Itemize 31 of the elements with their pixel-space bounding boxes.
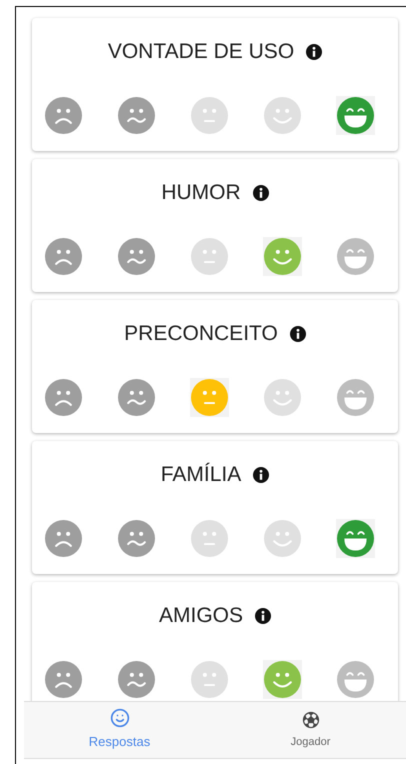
face-button[interactable] <box>336 237 375 276</box>
face-button[interactable] <box>336 519 375 558</box>
face-button[interactable] <box>44 378 83 417</box>
card-title: AMIGOS <box>158 603 243 630</box>
info-icon[interactable] <box>252 185 269 201</box>
info-icon[interactable] <box>255 608 271 624</box>
face-button[interactable] <box>117 519 156 558</box>
face-button[interactable] <box>44 237 83 276</box>
face-button[interactable] <box>44 96 83 135</box>
face-button[interactable] <box>263 660 302 699</box>
card-title: VONTADE DE USO <box>108 39 294 66</box>
face-button[interactable] <box>336 660 375 699</box>
face-button[interactable] <box>44 660 83 699</box>
face-button[interactable] <box>44 519 83 558</box>
face-button[interactable] <box>117 378 156 417</box>
nav-tab[interactable]: Jogador <box>215 702 406 758</box>
smiley-icon <box>110 708 130 728</box>
face-button[interactable] <box>336 378 375 417</box>
face-button[interactable] <box>117 660 156 699</box>
nav-tab[interactable]: Respostas <box>24 702 215 758</box>
card-title: PRECONCEITO <box>124 321 278 348</box>
face-button[interactable] <box>190 378 229 417</box>
info-icon[interactable] <box>290 326 306 342</box>
face-button[interactable] <box>263 237 302 276</box>
face-button[interactable] <box>117 237 156 276</box>
card-title: HUMOR <box>161 180 241 206</box>
face-button[interactable] <box>336 96 375 135</box>
card-title: FAMÍLIA <box>160 462 242 488</box>
info-icon[interactable] <box>306 44 322 60</box>
info-icon[interactable] <box>253 467 270 483</box>
face-button[interactable] <box>117 96 156 135</box>
